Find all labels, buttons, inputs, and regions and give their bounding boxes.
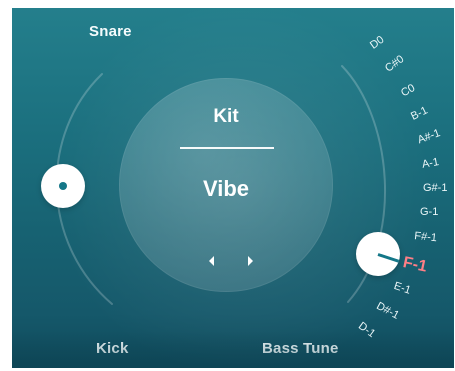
note-label: G#-1 (423, 182, 448, 194)
kick-label: Kick (96, 340, 129, 357)
chevron-left-icon (209, 256, 214, 266)
kit-prev-button[interactable] (203, 252, 221, 270)
note-label: G-1 (420, 206, 439, 218)
knob-icon (59, 182, 67, 190)
bass-tune-label: Bass Tune (262, 340, 339, 357)
kit-title: Kit (213, 106, 239, 127)
snare-knob[interactable] (41, 164, 85, 208)
knob-icon (377, 253, 400, 264)
note-label: F#-1 (413, 230, 438, 245)
drum-panel: Snare Kick Bass Tune Kit Vibe D0 C#0 C0 … (12, 8, 454, 368)
snare-label: Snare (89, 23, 132, 40)
chevron-right-icon (248, 256, 253, 266)
kit-divider (180, 147, 274, 149)
kit-next-button[interactable] (241, 252, 259, 270)
drum-stage: Snare Kick Bass Tune Kit Vibe D0 C#0 C0 … (12, 8, 454, 368)
kit-selector: Kit Vibe (119, 78, 333, 292)
kit-value: Vibe (202, 176, 250, 201)
bass-tune-knob[interactable] (356, 232, 400, 276)
